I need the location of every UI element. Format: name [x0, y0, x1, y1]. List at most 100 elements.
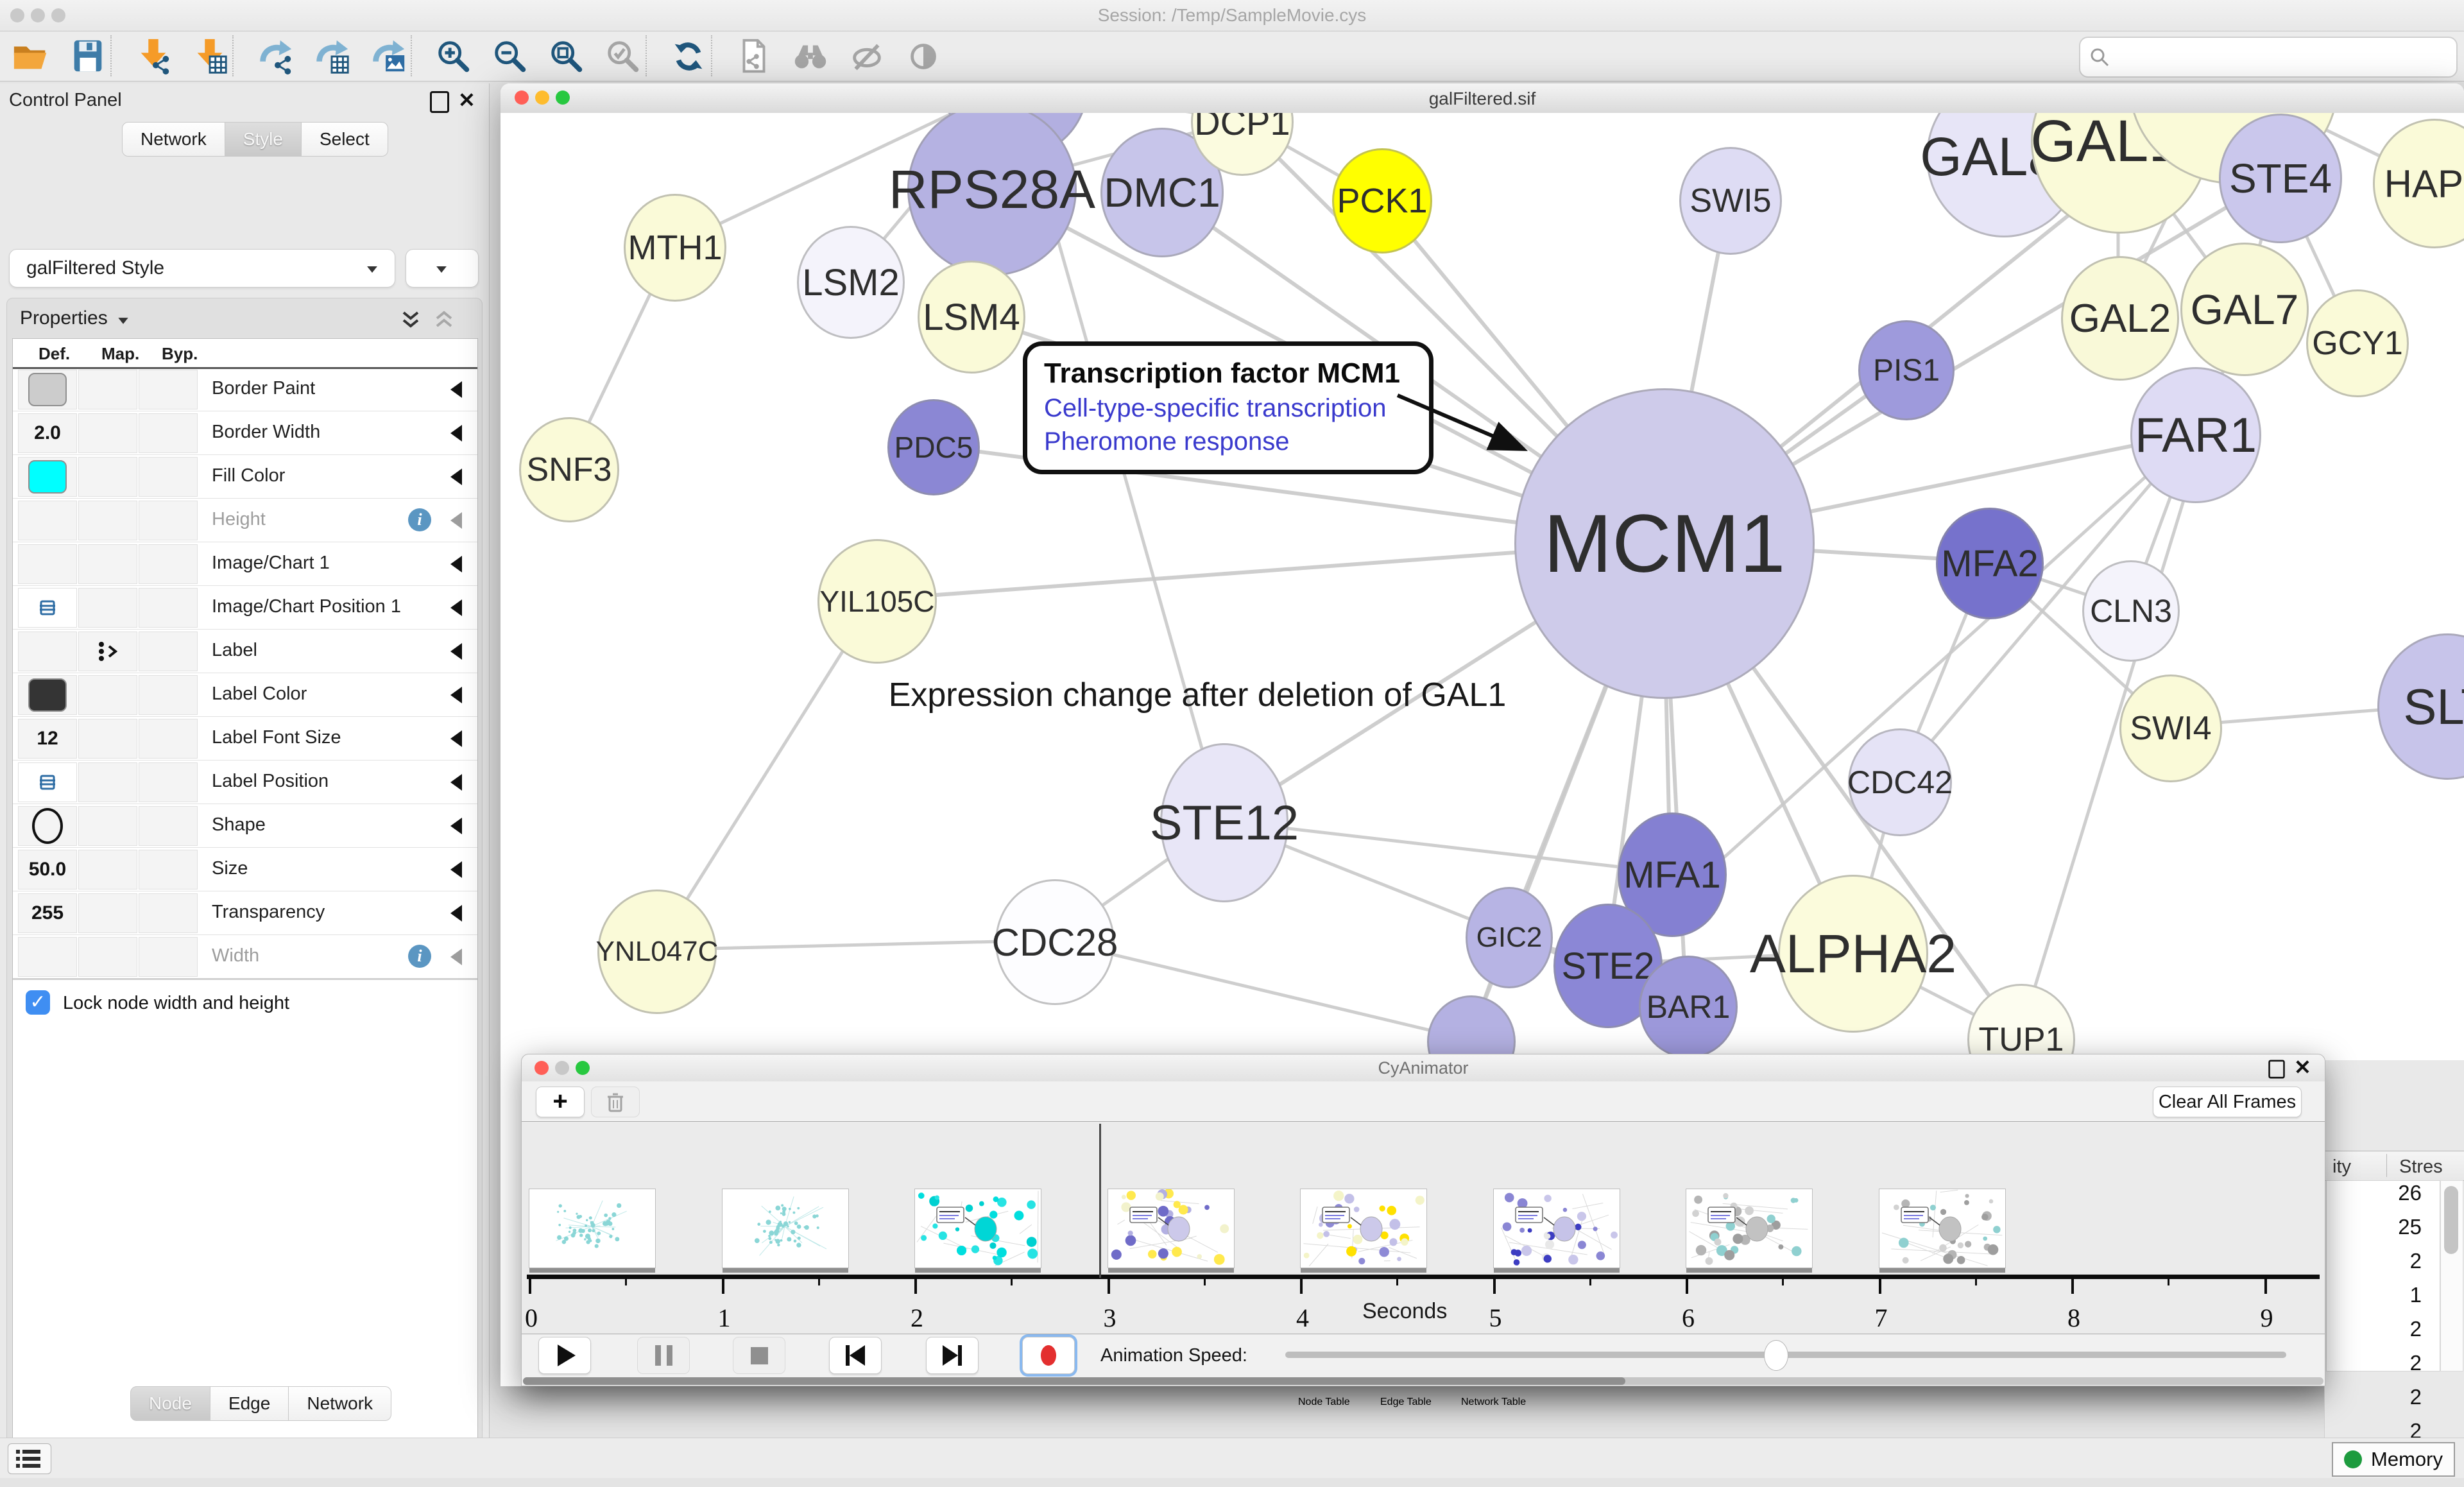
- add-frame-button[interactable]: +: [536, 1087, 585, 1117]
- bypass-cell[interactable]: [139, 850, 198, 890]
- refresh-layout-icon[interactable]: [669, 37, 708, 76]
- animation-speed-slider[interactable]: [1285, 1352, 2286, 1358]
- frame-thumbnail-5[interactable]: [1493, 1189, 1620, 1268]
- default-value-cell[interactable]: [18, 762, 77, 802]
- expand-arrow-icon[interactable]: [450, 861, 462, 878]
- frame-thumbnail-3[interactable]: [1108, 1189, 1235, 1268]
- column-connectivity[interactable]: ity: [2332, 1156, 2351, 1178]
- default-value-cell[interactable]: [18, 675, 77, 715]
- mapping-cell[interactable]: [78, 893, 137, 933]
- frame-thumbnail-4[interactable]: [1300, 1189, 1427, 1268]
- property-row-shape[interactable]: Shape: [13, 804, 477, 848]
- expand-arrow-icon[interactable]: [450, 381, 462, 398]
- default-value-cell[interactable]: [18, 544, 77, 584]
- annotation-link-2[interactable]: Pheromone response: [1044, 425, 1412, 458]
- property-row-image-chart-position-1[interactable]: Image/Chart Position 1: [13, 585, 477, 630]
- table-scrollbar[interactable]: [2440, 1180, 2463, 1371]
- expand-arrow-icon[interactable]: [450, 905, 462, 922]
- record-button[interactable]: [1022, 1337, 1075, 1374]
- panel-tab-edge[interactable]: Edge: [210, 1386, 289, 1421]
- property-row-width[interactable]: Widthi: [13, 934, 477, 979]
- float-panel-icon[interactable]: [430, 91, 449, 110]
- search-input[interactable]: [2079, 37, 2458, 78]
- expand-arrow-icon[interactable]: [450, 599, 462, 616]
- table-row[interactable]: 1: [2327, 1283, 2440, 1317]
- property-row-label-font-size[interactable]: 12Label Font Size: [13, 716, 477, 761]
- network-node-cdc42[interactable]: CDC42: [1848, 728, 1952, 836]
- table-row[interactable]: 2: [2327, 1317, 2440, 1351]
- network-node-bar1[interactable]: BAR1: [1639, 956, 1738, 1058]
- expand-arrow-icon[interactable]: [450, 643, 462, 660]
- expand-arrow-icon[interactable]: [450, 425, 462, 442]
- expand-arrow-icon[interactable]: [450, 949, 462, 965]
- property-row-image-chart-1[interactable]: Image/Chart 1: [13, 542, 477, 586]
- slider-thumb[interactable]: [1764, 1340, 1788, 1371]
- default-value-cell[interactable]: 50.0: [18, 850, 77, 890]
- import-table-icon[interactable]: [190, 37, 230, 76]
- open-folder-icon[interactable]: [12, 37, 51, 76]
- clear-all-frames-button[interactable]: Clear All Frames: [2153, 1087, 2302, 1117]
- expand-arrow-icon[interactable]: [450, 512, 462, 529]
- zoom-out-icon[interactable]: [490, 37, 530, 76]
- lock-checkbox[interactable]: ✓: [26, 990, 50, 1015]
- bypass-cell[interactable]: [139, 501, 198, 540]
- frame-thumbnail-1[interactable]: [722, 1189, 849, 1268]
- bypass-cell[interactable]: [139, 457, 198, 497]
- info-icon[interactable]: i: [408, 508, 431, 531]
- property-row-label-position[interactable]: Label Position: [13, 760, 477, 804]
- horizontal-scrollbar[interactable]: [523, 1377, 2323, 1385]
- frame-thumbnail-6[interactable]: [1686, 1189, 1813, 1268]
- network-node-ste4[interactable]: STE4: [2219, 114, 2342, 243]
- property-row-size[interactable]: 50.0Size: [13, 847, 477, 891]
- bypass-cell[interactable]: [139, 544, 198, 584]
- table-row[interactable]: 25: [2327, 1215, 2440, 1249]
- table-row[interactable]: 2: [2327, 1385, 2440, 1419]
- default-value-cell[interactable]: 255: [18, 893, 77, 933]
- expand-arrow-icon[interactable]: [450, 818, 462, 834]
- bypass-cell[interactable]: [139, 632, 198, 671]
- network-node-far1[interactable]: FAR1: [2130, 367, 2261, 503]
- network-node-pck1[interactable]: PCK1: [1332, 148, 1432, 254]
- expand-arrow-icon[interactable]: [450, 687, 462, 703]
- network-node-alpha2[interactable]: ALPHA2: [1778, 875, 1928, 1033]
- network-node-mfa2[interactable]: MFA2: [1936, 508, 2044, 619]
- network-node-cdc28[interactable]: CDC28: [995, 879, 1115, 1005]
- tab-network[interactable]: Network: [122, 122, 225, 157]
- properties-header[interactable]: Properties: [20, 307, 108, 329]
- network-node-swi4[interactable]: SWI4: [2119, 675, 2222, 782]
- default-value-cell[interactable]: [18, 370, 77, 409]
- mapping-cell[interactable]: [78, 588, 137, 628]
- network-node-gal2[interactable]: GAL2: [2061, 256, 2179, 381]
- collapse-all-icon[interactable]: [432, 309, 456, 332]
- bypass-cell[interactable]: [139, 675, 198, 715]
- annotation-link-1[interactable]: Cell-type-specific transcription: [1044, 391, 1412, 425]
- property-row-transparency[interactable]: 255Transparency: [13, 891, 477, 935]
- bypass-cell[interactable]: [139, 762, 198, 802]
- frame-thumbnail-2[interactable]: [914, 1189, 1041, 1268]
- mapping-cell[interactable]: [78, 675, 137, 715]
- float-panel-icon[interactable]: [2267, 1058, 2286, 1078]
- export-network-icon[interactable]: [255, 37, 295, 76]
- timeline[interactable]: Seconds 0123456789: [522, 1121, 2325, 1334]
- cyanimator-titlebar[interactable]: CyAnimator ✕: [522, 1054, 2325, 1082]
- mapping-cell[interactable]: [78, 806, 137, 846]
- info-icon[interactable]: i: [408, 945, 431, 968]
- style-selector[interactable]: galFiltered Style: [9, 249, 395, 288]
- mapping-cell[interactable]: [78, 501, 137, 540]
- mapping-cell[interactable]: [78, 544, 137, 584]
- skip-end-button[interactable]: [926, 1337, 979, 1374]
- property-row-label[interactable]: Label: [13, 629, 477, 673]
- default-value-cell[interactable]: [18, 588, 77, 628]
- show-panels-button[interactable]: [8, 1443, 51, 1474]
- mapping-cell[interactable]: [78, 370, 137, 409]
- frame-thumbnail-7[interactable]: [1879, 1189, 2006, 1268]
- close-panel-icon[interactable]: ✕: [458, 91, 477, 110]
- network-node-lsm4[interactable]: LSM4: [918, 261, 1025, 374]
- style-options-button[interactable]: [406, 249, 479, 288]
- default-value-cell[interactable]: [18, 937, 77, 977]
- mapping-cell[interactable]: [78, 937, 137, 977]
- table-tab-node-table[interactable]: Node Table: [1298, 1397, 1380, 1408]
- network-node-cln3[interactable]: CLN3: [2082, 560, 2180, 662]
- panel-tab-node[interactable]: Node: [130, 1386, 210, 1421]
- bypass-cell[interactable]: [139, 413, 198, 453]
